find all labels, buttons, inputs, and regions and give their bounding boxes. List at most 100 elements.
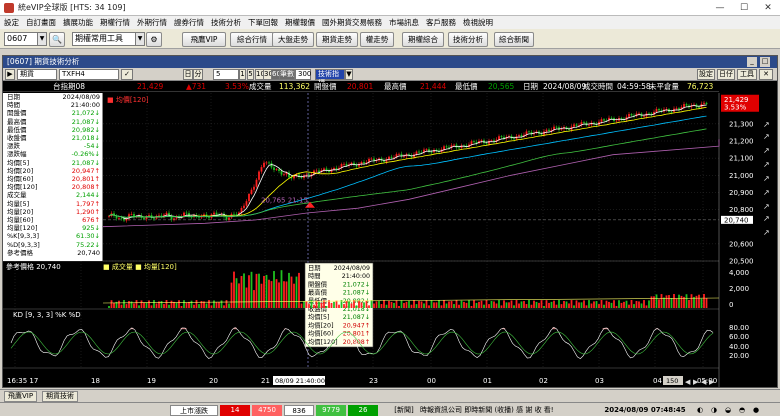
interval-button-1[interactable]: 1 <box>239 69 246 80</box>
menu-item-4[interactable]: 外期行情 <box>137 17 167 28</box>
volume-bar <box>640 303 643 308</box>
volume-bar <box>608 301 610 308</box>
maximize-icon[interactable]: ☐ <box>732 0 756 16</box>
menu-item-6[interactable]: 技術分析 <box>211 17 241 28</box>
tab-eagle-vip[interactable]: 飛鷹VIP <box>4 391 38 402</box>
time-axis-label: 21 <box>261 377 270 385</box>
volume-bar <box>665 295 668 308</box>
technical-chart[interactable]: ■ 均價[120] 21,4293.53%21,30021,20021,10021… <box>3 93 777 387</box>
candle-body <box>628 114 630 117</box>
tool-dropdown-icon[interactable]: ▼ <box>135 32 145 46</box>
close-icon[interactable]: ✕ <box>756 0 780 16</box>
settings-button[interactable]: 設定 <box>697 69 715 80</box>
period-minute-button[interactable]: 分 <box>193 69 203 80</box>
volume-bar <box>205 303 208 308</box>
price-axis-label: 20,900 <box>729 189 754 197</box>
menu-item-8[interactable]: 期權報價 <box>285 17 315 28</box>
tab-futures-tech[interactable]: 期貨技術 <box>42 391 78 402</box>
panel-label: 參考價格 <box>7 248 33 257</box>
time-axis-label: 23 <box>369 377 378 385</box>
tools-button[interactable]: 工具 <box>737 69 757 80</box>
news-label: [新聞] <box>394 406 414 414</box>
symbol-check-icon[interactable]: ✓ <box>121 69 133 80</box>
code-input[interactable]: 0607 <box>4 32 38 46</box>
menu-item-11[interactable]: 客戶服務 <box>426 17 456 28</box>
toolbar-button-6[interactable]: 技術分析 <box>448 32 488 47</box>
tool-select[interactable]: 期權常用工具 <box>72 32 136 46</box>
symbol-input[interactable]: TXFH4 <box>59 69 119 80</box>
menu-item-10[interactable]: 市場訊息 <box>389 17 419 28</box>
menu-item-5[interactable]: 證券行情 <box>174 17 204 28</box>
status-icon-1: ◐ <box>696 406 704 414</box>
code-dropdown-icon[interactable]: ▼ <box>37 32 47 46</box>
search-icon[interactable]: 🔍 <box>49 32 65 47</box>
tooltip-label: 時間 <box>308 272 321 280</box>
window-maximize-icon[interactable]: □ <box>760 57 770 67</box>
mode-select[interactable]: 技術指標 <box>315 69 345 87</box>
volume-bar <box>538 302 540 308</box>
clock: 2024/08/09 07:48:45 <box>604 406 686 414</box>
toolbar-button-5[interactable]: 期權綜合 <box>402 32 444 47</box>
period-day-button[interactable]: 日 <box>183 69 193 80</box>
window-minimize-icon[interactable]: _ <box>747 57 757 67</box>
volume-bar <box>418 301 420 308</box>
minimize-icon[interactable]: — <box>708 0 732 16</box>
toolbar-button-0[interactable]: 飛鷹VIP <box>182 32 226 47</box>
tooltip-value: 20,947↑ <box>343 322 370 329</box>
volume-bar <box>470 305 473 308</box>
volume-bar <box>668 295 670 308</box>
interval-button-5[interactable]: 5 <box>247 69 254 80</box>
volume-bar <box>660 294 663 308</box>
candle-body <box>248 193 250 202</box>
volume-bar <box>625 300 628 308</box>
close-panel-icon[interactable]: ✕ <box>759 69 773 80</box>
toolbar-button-1[interactable]: 綜合行情 <box>230 32 274 47</box>
menu-item-0[interactable]: 設定 <box>4 17 19 28</box>
toolbar-button-3[interactable]: 期貨走勢 <box>316 32 358 47</box>
zoom-value: 150 <box>666 377 678 385</box>
candle-body <box>370 158 373 160</box>
volume-bar <box>455 300 458 308</box>
toolbar-button-4[interactable]: 權走勢 <box>360 32 394 47</box>
volume-bar <box>590 303 593 308</box>
panel-row: 最高價 21,087↓ <box>3 117 103 126</box>
candle-body <box>583 122 585 123</box>
toolbar-button-7[interactable]: 綜合新聞 <box>494 32 534 47</box>
candle-body <box>283 174 285 176</box>
app-root: 統eVIP全球版 [HTS: 34 109] — ☐ ✕ 設定 自訂畫面 擴展功能期… <box>0 0 780 416</box>
time-axis-label: 16:35 17 <box>7 377 38 385</box>
high-label: 最高價 <box>384 82 407 91</box>
volume-bar <box>695 295 698 308</box>
price-annotation: 20,765 21:15 <box>261 197 308 205</box>
volume-bar <box>240 276 243 308</box>
panel-value: 1,797↑ <box>75 199 100 208</box>
mode-dropdown-icon[interactable]: ▼ <box>345 69 353 80</box>
period-value-select[interactable]: 5 <box>213 69 239 80</box>
toolbar-settings-icon[interactable]: ⚙ <box>146 32 162 47</box>
time-label: 成交時間 <box>583 82 613 91</box>
toolbar-button-2[interactable]: 大盤走勢 <box>272 32 314 47</box>
menu-item-9[interactable]: 國外期貨交易帳務 <box>322 17 382 28</box>
volume-bar <box>545 300 548 308</box>
menu-item-3[interactable]: 期權行情 <box>100 17 130 28</box>
instrument-type-select[interactable]: 期貨 <box>17 69 57 80</box>
price-axis-label: 21,300 <box>729 120 754 128</box>
volume-bar <box>268 279 270 308</box>
candle-body <box>555 126 558 128</box>
time-axis-label: 01 <box>483 377 492 385</box>
volume-bar <box>495 303 498 308</box>
news-text[interactable]: 時報資訊公司 即時新聞 (收播) 感 謝 收 看! <box>420 405 590 416</box>
volume-bar <box>130 301 133 308</box>
volume-axis-label: 4,000 <box>729 269 749 277</box>
menu-item-12[interactable]: 檢視說明 <box>463 17 493 28</box>
count-input[interactable]: 300 <box>295 69 311 80</box>
panel-label: 最高價 <box>7 117 27 126</box>
menu-item-7[interactable]: 下單回報 <box>248 17 278 28</box>
volume-bar <box>305 301 308 308</box>
menu-item-1[interactable]: 自訂畫面 <box>26 17 56 28</box>
tooltip-value: 2024/08/09 <box>334 265 370 272</box>
volume-bar <box>345 301 348 308</box>
play-icon[interactable]: ▶ <box>5 69 15 80</box>
menu-item-2[interactable]: 擴展功能 <box>63 17 93 28</box>
day-button[interactable]: 日仔 <box>717 69 735 80</box>
